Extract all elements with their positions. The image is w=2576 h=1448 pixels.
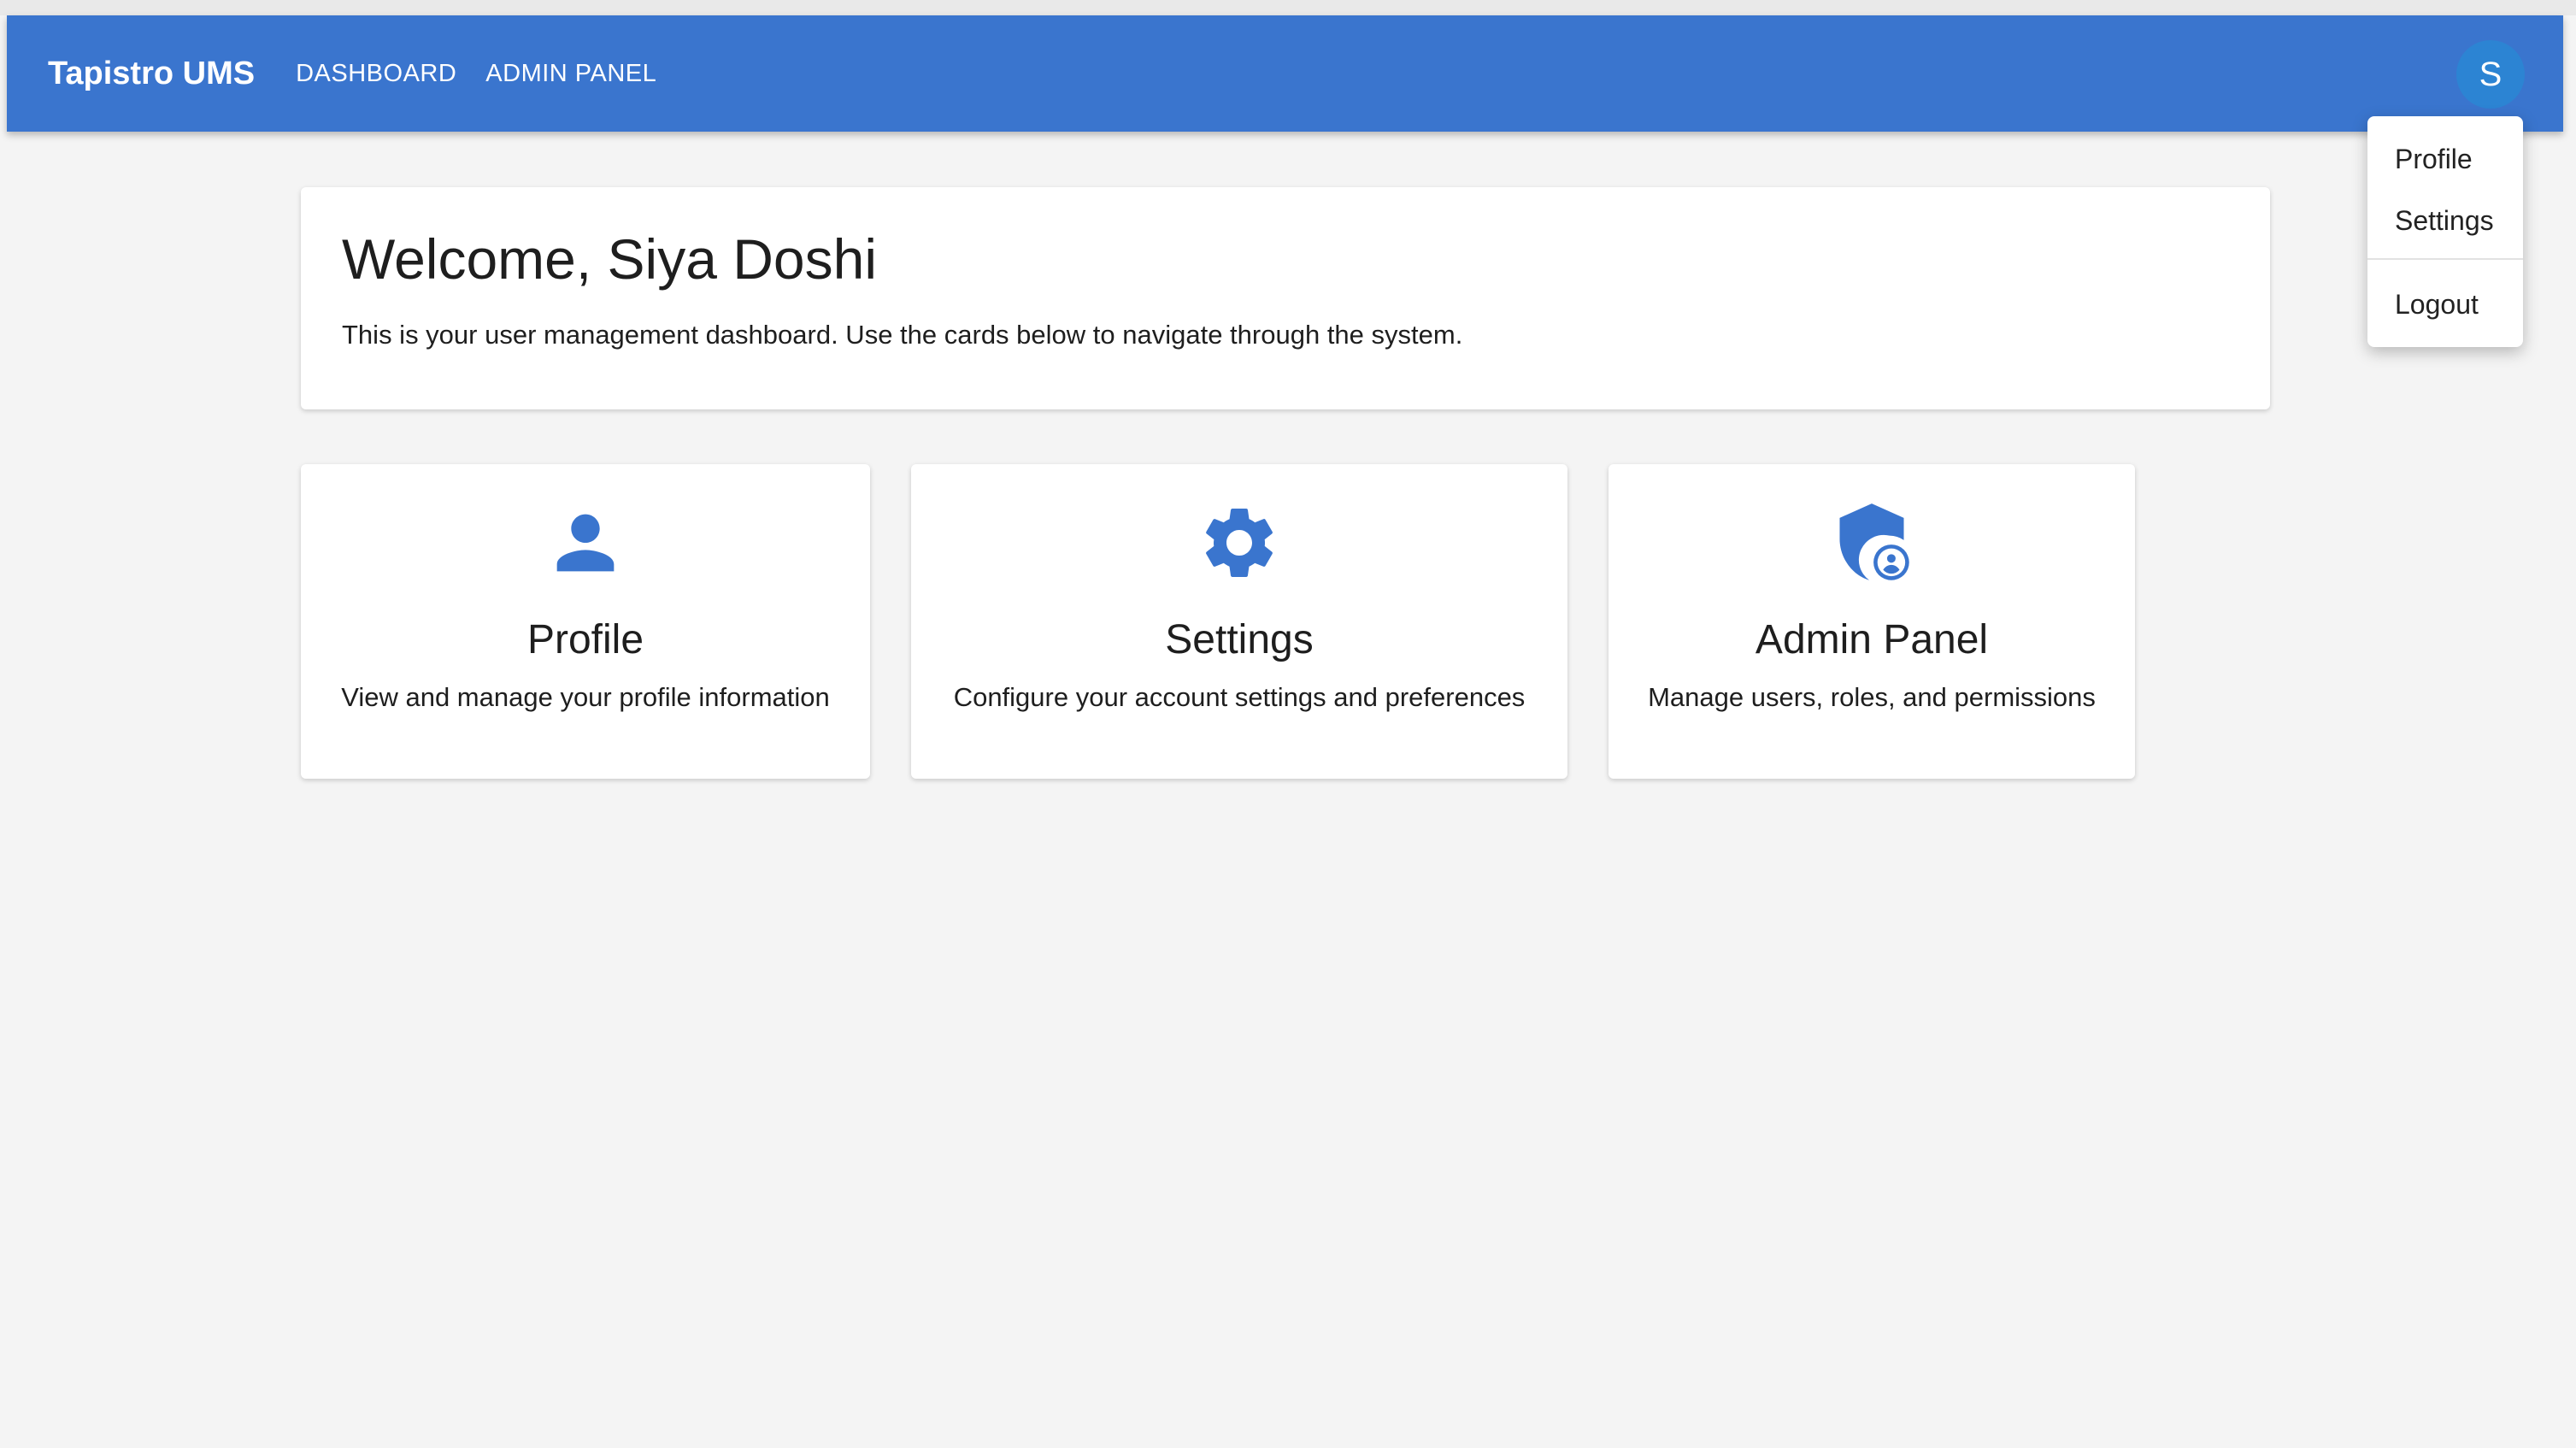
account-menu: Profile Settings Logout	[2367, 116, 2523, 347]
brand-logo[interactable]: Tapistro UMS	[48, 56, 255, 92]
card-title: Settings	[1165, 617, 1314, 662]
card-title: Admin Panel	[1755, 617, 1989, 662]
admin-shield-icon	[1839, 503, 1909, 580]
window-top-strip	[0, 0, 2576, 15]
card-description: Configure your account settings and pref…	[953, 682, 1526, 712]
card-title: Profile	[526, 617, 644, 662]
settings-card[interactable]: Settings Configure your account settings…	[911, 464, 1567, 779]
nav-dashboard[interactable]: DASHBOARD	[296, 60, 456, 88]
menu-item-logout[interactable]: Logout	[2367, 274, 2523, 335]
person-icon	[556, 514, 615, 572]
app-root: Tapistro UMS DASHBOARD ADMIN PANEL S Pro…	[0, 0, 2576, 1448]
profile-card[interactable]: Profile View and manage your profile inf…	[301, 464, 870, 779]
avatar[interactable]: S	[2456, 40, 2525, 109]
menu-item-profile[interactable]: Profile	[2367, 128, 2523, 190]
admin-panel-card[interactable]: Admin Panel Manage users, roles, and per…	[1609, 464, 2135, 779]
welcome-description: This is your user management dashboard. …	[342, 319, 1463, 350]
page-title: Welcome, Siya Doshi	[342, 227, 878, 291]
welcome-card: Welcome, Siya Doshi This is your user ma…	[301, 187, 2270, 409]
card-description: Manage users, roles, and permissions	[1648, 682, 2096, 712]
app-bar: Tapistro UMS DASHBOARD ADMIN PANEL S	[7, 15, 2563, 132]
card-description: View and manage your profile information	[341, 682, 830, 712]
menu-item-settings[interactable]: Settings	[2367, 190, 2523, 251]
gear-icon	[1206, 509, 1273, 577]
nav-admin-panel[interactable]: ADMIN PANEL	[485, 60, 656, 88]
menu-divider	[2367, 258, 2523, 260]
